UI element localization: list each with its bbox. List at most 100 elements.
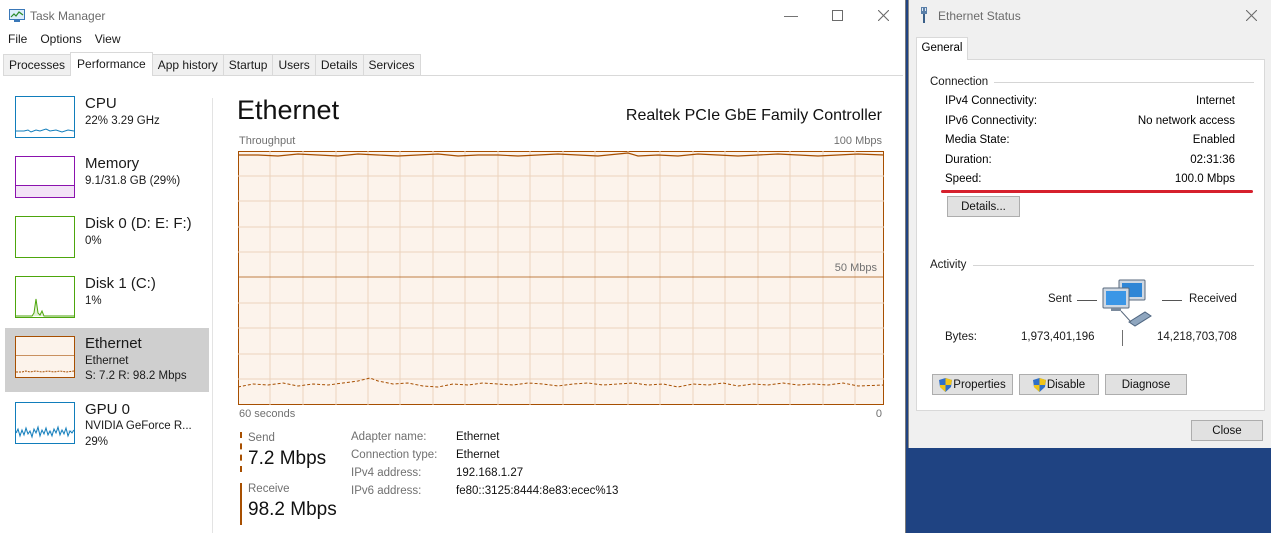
- throughput-graph: [238, 151, 884, 405]
- speed-highlight-underline: [941, 190, 1253, 193]
- disable-button-label: Disable: [1046, 378, 1086, 391]
- menu-options[interactable]: Options: [29, 32, 81, 50]
- graph-mid-label: 50 Mbps: [834, 262, 877, 274]
- uac-shield-icon: [1032, 377, 1046, 392]
- tab-startup[interactable]: Startup: [222, 54, 274, 75]
- ethernet-mini-graph: [15, 336, 75, 378]
- graph-title: Throughput: [239, 135, 296, 147]
- sidebar-item-gpu-0[interactable]: GPU 0 NVIDIA GeForce R... 29%: [5, 394, 209, 458]
- sidebar-item-detail: 0%: [85, 235, 102, 247]
- bytes-label: Bytes:: [945, 331, 977, 343]
- tab-app-history[interactable]: App history: [151, 54, 224, 75]
- send-value: 7.2 Mbps: [248, 448, 327, 469]
- group-divider: [987, 82, 1254, 83]
- window-title: Task Manager: [30, 9, 106, 23]
- status-row-ipv6: IPv6 Connectivity: No network access: [945, 115, 1235, 131]
- sidebar-item-detail: Ethernet: [85, 355, 129, 367]
- send-label: Send: [248, 432, 275, 444]
- sidebar-item-detail: 9.1/31.8 GB (29%): [85, 175, 181, 187]
- detail-key: IPv6 address:: [351, 485, 422, 497]
- task-manager-window: Task Manager — File Options View Process…: [0, 0, 906, 533]
- disk-1-mini-graph: [15, 276, 75, 318]
- sidebar-item-detail: 1%: [85, 295, 102, 307]
- ethernet-status-dialog: Ethernet Status General Connection IPv4 …: [908, 0, 1271, 448]
- tab-processes[interactable]: Processes: [3, 54, 72, 75]
- bytes-received-value: 14,218,703,708: [1157, 331, 1237, 343]
- sidebar-item-detail-2: S: 7.2 R: 98.2 Mbps: [85, 370, 187, 382]
- minimize-icon: —: [784, 7, 798, 23]
- tab-strip: Processes Performance App history Startu…: [3, 52, 903, 76]
- diagnose-button[interactable]: Diagnose: [1105, 374, 1187, 395]
- status-row-speed: Speed: 100.0 Mbps: [945, 173, 1235, 189]
- receive-legend-marker: [240, 483, 242, 525]
- detail-value: fe80::3125:8444:8e83:ecec%13: [456, 485, 619, 497]
- graph-x-left-label: 60 seconds: [239, 408, 296, 420]
- tab-users[interactable]: Users: [272, 54, 316, 75]
- close-button[interactable]: [860, 0, 906, 30]
- general-panel: Connection IPv4 Connectivity: Internet IP…: [916, 59, 1265, 411]
- menu-file[interactable]: File: [0, 32, 27, 50]
- status-key: Duration:: [945, 154, 992, 166]
- sidebar-item-label: GPU 0: [85, 401, 131, 418]
- sidebar-item-disk-0[interactable]: Disk 0 (D: E: F:) 0%: [5, 208, 209, 272]
- sidebar-item-cpu[interactable]: CPU 22% 3.29 GHz: [5, 88, 209, 152]
- sidebar-divider: [212, 98, 213, 533]
- sidebar-item-label: Disk 1 (C:): [85, 275, 156, 292]
- status-value: No network access: [1137, 115, 1235, 127]
- disable-button[interactable]: Disable: [1019, 374, 1099, 395]
- status-value: Enabled: [1192, 134, 1235, 146]
- dialog-title: Ethernet Status: [938, 9, 1021, 23]
- page-title: Ethernet: [237, 95, 340, 125]
- title-bar[interactable]: Task Manager —: [0, 0, 906, 31]
- sidebar-item-ethernet[interactable]: Ethernet Ethernet S: 7.2 R: 98.2 Mbps: [5, 328, 209, 392]
- tab-general[interactable]: General: [916, 37, 968, 60]
- send-legend-marker: [240, 432, 242, 472]
- tab-performance[interactable]: Performance: [70, 52, 153, 76]
- status-value: 02:31:36: [1190, 154, 1235, 166]
- gpu-0-mini-graph: [15, 402, 75, 444]
- received-label: Received: [1189, 293, 1237, 305]
- status-row-duration: Duration: 02:31:36: [945, 154, 1235, 170]
- adapter-name-header: Realtek PCIe GbE Family Controller: [625, 107, 882, 124]
- uac-shield-icon: [939, 377, 953, 392]
- sidebar-item-label: Disk 0 (D: E: F:): [85, 215, 192, 232]
- details-button[interactable]: Details...: [947, 196, 1020, 217]
- maximize-icon: [831, 9, 843, 21]
- tab-details[interactable]: Details: [314, 54, 364, 75]
- properties-button[interactable]: Properties: [932, 374, 1013, 395]
- detail-value: 192.168.1.27: [456, 467, 524, 479]
- status-value: Internet: [1196, 95, 1235, 107]
- sent-label: Sent: [1048, 293, 1072, 305]
- network-plug-icon: [921, 7, 927, 23]
- maximize-button[interactable]: [814, 0, 860, 30]
- close-icon: [1245, 9, 1257, 21]
- status-row-ipv4: IPv4 Connectivity: Internet: [945, 95, 1235, 111]
- activity-group-title: Activity: [930, 259, 973, 271]
- menu-view[interactable]: View: [84, 32, 121, 50]
- detail-value: Ethernet: [456, 449, 500, 461]
- sidebar-item-detail-2: 29%: [85, 436, 109, 448]
- detail-value: Ethernet: [456, 431, 500, 443]
- receive-stat: Receive 98.2 Mbps: [240, 483, 340, 525]
- bytes-divider: [1122, 330, 1123, 346]
- close-dialog-button[interactable]: Close: [1191, 420, 1263, 441]
- sidebar-item-detail: 22% 3.29 GHz: [85, 115, 160, 127]
- bytes-sent-value: 1,973,401,196: [1021, 331, 1095, 343]
- sent-connector: [1077, 300, 1097, 301]
- tab-services[interactable]: Services: [362, 54, 421, 75]
- send-stat: Send 7.2 Mbps: [240, 432, 340, 472]
- graph-max-label: 100 Mbps: [833, 135, 882, 147]
- minimize-button[interactable]: —: [768, 0, 814, 30]
- sidebar-item-detail: NVIDIA GeForce R...: [85, 420, 192, 432]
- sidebar-item-memory[interactable]: Memory 9.1/31.8 GB (29%): [5, 148, 209, 212]
- detail-key: Adapter name:: [351, 431, 427, 443]
- receive-value: 98.2 Mbps: [248, 499, 337, 520]
- detail-key: IPv4 address:: [351, 467, 422, 479]
- menu-bar: File Options View: [0, 32, 123, 50]
- dialog-close-button[interactable]: [1231, 0, 1271, 30]
- group-divider: [973, 265, 1254, 266]
- status-key: IPv4 Connectivity:: [945, 95, 1038, 107]
- cpu-mini-graph: [15, 96, 75, 138]
- task-manager-icon: [9, 9, 25, 22]
- sidebar-item-disk-1[interactable]: Disk 1 (C:) 1%: [5, 268, 209, 332]
